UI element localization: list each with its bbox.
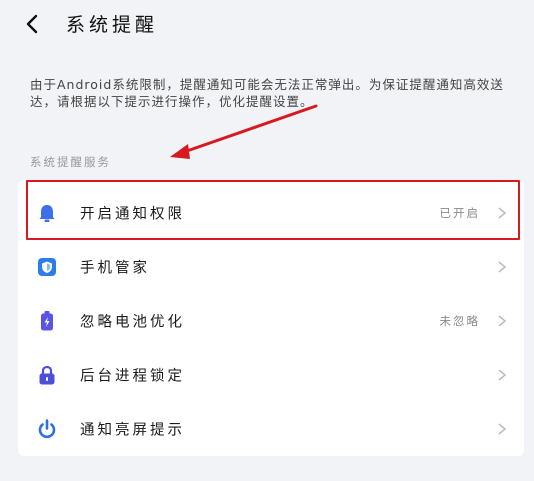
- status-text: 已开启: [439, 206, 480, 220]
- list-item-label: 通知亮屏提示: [80, 422, 185, 439]
- shield-icon: [36, 256, 58, 278]
- chevron-right-icon: [498, 261, 507, 273]
- chevron-right-icon: [498, 315, 507, 327]
- section-label: 系统提醒服务: [30, 155, 111, 169]
- bell-icon: [36, 202, 58, 224]
- settings-list: 开启通知权限 已开启 手机管家 忽略电池优化 未忽略 后台进程锁定 通知亮屏提示: [18, 180, 524, 456]
- back-button[interactable]: [18, 10, 46, 38]
- chevron-left-icon: [26, 14, 38, 34]
- list-item-phone-manager[interactable]: 手机管家: [18, 240, 524, 294]
- status-text: 未忽略: [439, 314, 480, 328]
- lock-icon: [36, 364, 58, 386]
- list-item-notification-permission[interactable]: 开启通知权限 已开启: [18, 186, 524, 240]
- description-text: 由于Android系统限制，提醒通知可能会无法正常弹出。为保证提醒通知高效送达，…: [30, 77, 504, 109]
- list-item-label: 手机管家: [80, 260, 150, 277]
- chevron-right-icon: [498, 369, 507, 381]
- list-item-screen-wake-notification[interactable]: 通知亮屏提示: [18, 402, 524, 456]
- chevron-right-icon: [498, 207, 507, 219]
- power-icon: [36, 418, 58, 440]
- list-item-label: 忽略电池优化: [80, 314, 185, 331]
- header: 系统提醒: [0, 0, 534, 48]
- list-item-label: 开启通知权限: [80, 206, 185, 223]
- page-title: 系统提醒: [66, 14, 159, 36]
- battery-icon: [36, 310, 58, 332]
- list-item-battery-optimization[interactable]: 忽略电池优化 未忽略: [18, 294, 524, 348]
- list-item-background-lock[interactable]: 后台进程锁定: [18, 348, 524, 402]
- chevron-right-icon: [498, 423, 507, 435]
- list-item-label: 后台进程锁定: [80, 368, 185, 385]
